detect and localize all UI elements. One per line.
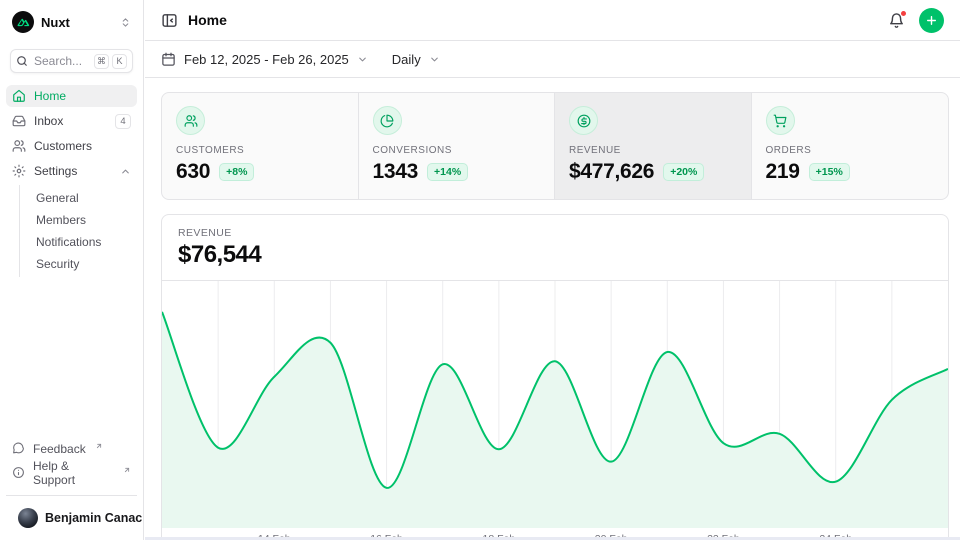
sidebar-divider (6, 495, 137, 496)
side-link-label: Feedback (33, 442, 86, 456)
feedback-link[interactable]: Feedback (6, 438, 137, 459)
notification-dot (900, 10, 907, 17)
arrow-up-right-icon (123, 466, 131, 474)
sidebar-item-label: Customers (34, 139, 92, 153)
chevrons-up-down-icon (120, 17, 131, 28)
dashboard-content: CUSTOMERS 630 +8% CONVERSIONS 1343 +14% (145, 78, 960, 540)
settings-subnav: General Members Notifications Security (19, 185, 137, 277)
gear-icon (12, 164, 26, 178)
user-name: Benjamin Canac (45, 511, 142, 525)
message-circle-icon (12, 442, 25, 455)
inbox-count-badge: 4 (115, 114, 131, 129)
filters-toolbar: Feb 12, 2025 - Feb 26, 2025 Daily (145, 41, 960, 78)
chevron-up-icon (120, 166, 131, 177)
notifications-button[interactable] (888, 12, 905, 29)
search-input[interactable]: Search... ⌘ K (10, 49, 133, 73)
sidebar-item-customers[interactable]: Customers (6, 135, 137, 157)
shopping-cart-icon (766, 106, 795, 135)
revenue-chart-svg (162, 281, 948, 528)
chart-header: REVENUE $76,544 (162, 215, 948, 280)
search-placeholder: Search... (34, 54, 88, 68)
calendar-icon (161, 52, 176, 67)
stats-panel: CUSTOMERS 630 +8% CONVERSIONS 1343 +14% (161, 92, 949, 200)
sidebar-nav: Home Inbox 4 Customers Settings Genera (0, 83, 143, 279)
workspace-switcher[interactable]: Nuxt (6, 8, 137, 36)
revenue-area-chart[interactable] (162, 280, 948, 528)
revenue-chart-card: REVENUE $76,544 14 Feb16 Feb18 Feb20 Feb… (161, 214, 949, 540)
sidebar-item-security[interactable]: Security (20, 253, 137, 275)
help-support-link[interactable]: Help & Support (6, 462, 137, 483)
collapse-sidebar-button[interactable] (161, 12, 178, 29)
plus-icon (925, 14, 938, 27)
stat-label: REVENUE (569, 145, 737, 156)
side-link-label: Help & Support (33, 459, 114, 487)
avatar (18, 508, 38, 528)
sidebar-item-members[interactable]: Members (20, 209, 137, 231)
chevron-down-icon (429, 54, 440, 65)
panel-left-close-icon (161, 12, 178, 29)
sidebar-item-notifications[interactable]: Notifications (20, 231, 137, 253)
granularity-label: Daily (392, 52, 421, 67)
stat-value: 630 (176, 160, 210, 184)
stat-value: 1343 (373, 160, 419, 184)
sidebar-item-label: Home (34, 89, 66, 103)
search-icon (16, 55, 28, 67)
stat-delta-badge: +15% (809, 163, 850, 182)
main-area: Home Feb 12, 2025 - Feb 26, 2025 (145, 0, 960, 540)
stat-card-orders[interactable]: ORDERS 219 +15% (752, 93, 949, 199)
sidebar: Nuxt Search... ⌘ K Home Inbox 4 (0, 0, 144, 540)
workspace-name: Nuxt (41, 15, 70, 30)
page-header: Home (145, 0, 960, 41)
page-title: Home (188, 12, 227, 28)
home-icon (12, 89, 26, 103)
stat-card-revenue[interactable]: REVENUE $477,626 +20% (555, 93, 752, 199)
sidebar-item-home[interactable]: Home (6, 85, 137, 107)
stat-label: ORDERS (766, 145, 935, 156)
stat-delta-badge: +14% (427, 163, 468, 182)
chart-title: REVENUE (178, 227, 932, 239)
date-range-picker[interactable]: Feb 12, 2025 - Feb 26, 2025 (161, 52, 368, 67)
user-menu[interactable]: Benjamin Canac (12, 506, 131, 530)
chevron-down-icon (357, 54, 368, 65)
circle-dollar-icon (569, 106, 598, 135)
stat-card-conversions[interactable]: CONVERSIONS 1343 +14% (359, 93, 556, 199)
sidebar-item-label: Settings (34, 164, 77, 178)
sidebar-item-general[interactable]: General (20, 187, 137, 209)
stat-card-customers[interactable]: CUSTOMERS 630 +8% (162, 93, 359, 199)
sidebar-item-settings[interactable]: Settings (6, 160, 137, 182)
arrow-up-right-icon (95, 442, 103, 450)
kbd-k: K (112, 54, 127, 69)
inbox-icon (12, 114, 26, 128)
stat-delta-badge: +8% (219, 163, 254, 182)
nuxt-logo-icon (12, 11, 34, 33)
stat-value: $477,626 (569, 160, 654, 184)
date-range-label: Feb 12, 2025 - Feb 26, 2025 (184, 52, 349, 67)
sidebar-item-inbox[interactable]: Inbox 4 (6, 110, 137, 132)
add-button[interactable] (919, 8, 944, 33)
pie-chart-icon (373, 106, 402, 135)
granularity-select[interactable]: Daily (392, 52, 440, 67)
stat-label: CUSTOMERS (176, 145, 344, 156)
header-actions (888, 8, 944, 33)
stat-delta-badge: +20% (663, 163, 704, 182)
stat-value: 219 (766, 160, 800, 184)
chart-current-value: $76,544 (178, 241, 932, 269)
users-icon (12, 139, 26, 153)
kbd-cmd: ⌘ (94, 54, 109, 69)
users-icon (176, 106, 205, 135)
search-shortcut: ⌘ K (94, 54, 127, 69)
info-circle-icon (12, 466, 25, 479)
sidebar-item-label: Inbox (34, 114, 63, 128)
sidebar-footer: Feedback Help & Support Benjamin Canac (0, 438, 143, 532)
stat-label: CONVERSIONS (373, 145, 541, 156)
